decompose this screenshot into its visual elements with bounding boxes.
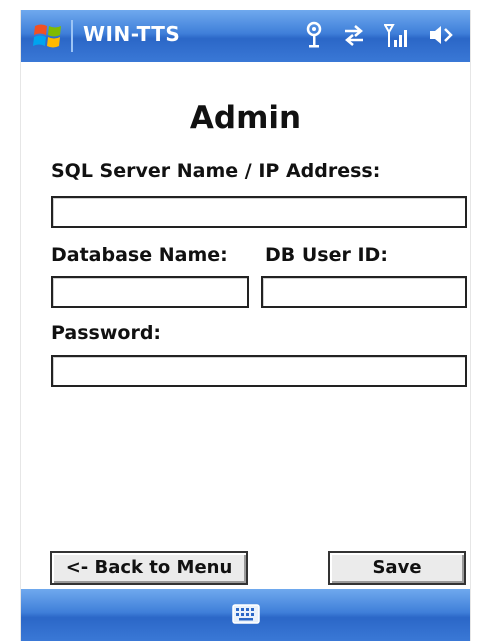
- database-field[interactable]: [51, 276, 249, 308]
- sync-arrows-icon[interactable]: [342, 20, 366, 50]
- password-input[interactable]: [53, 357, 465, 385]
- keyboard-icon[interactable]: [232, 604, 260, 628]
- user-id-field[interactable]: [261, 276, 467, 308]
- title-bar: WIN-TTS: [21, 10, 470, 62]
- page-title: Admin: [189, 100, 302, 136]
- save-button[interactable]: Save: [328, 551, 466, 585]
- soft-key-bar: [21, 589, 470, 641]
- antenna-icon[interactable]: [304, 20, 324, 50]
- device-screen: WIN-TTS Admin SQL Server Name / IP Addre…: [20, 10, 471, 641]
- title-separator: [71, 20, 73, 52]
- admin-form: Admin SQL Server Name / IP Address: Data…: [21, 62, 470, 589]
- app-title: WIN-TTS: [83, 22, 181, 46]
- database-input[interactable]: [53, 278, 247, 306]
- status-icons: [304, 20, 454, 50]
- user-id-label: DB User ID:: [265, 244, 388, 266]
- signal-strength-icon[interactable]: [384, 20, 410, 50]
- password-label: Password:: [51, 322, 162, 344]
- password-field[interactable]: [51, 355, 467, 387]
- back-to-menu-button[interactable]: <- Back to Menu: [50, 551, 248, 585]
- server-input[interactable]: [53, 198, 465, 226]
- speaker-icon[interactable]: [428, 20, 454, 50]
- database-label: Database Name:: [51, 244, 228, 266]
- server-label: SQL Server Name / IP Address:: [51, 160, 381, 182]
- windows-start-icon[interactable]: [33, 22, 63, 50]
- server-field[interactable]: [51, 196, 467, 228]
- user-id-input[interactable]: [263, 278, 465, 306]
